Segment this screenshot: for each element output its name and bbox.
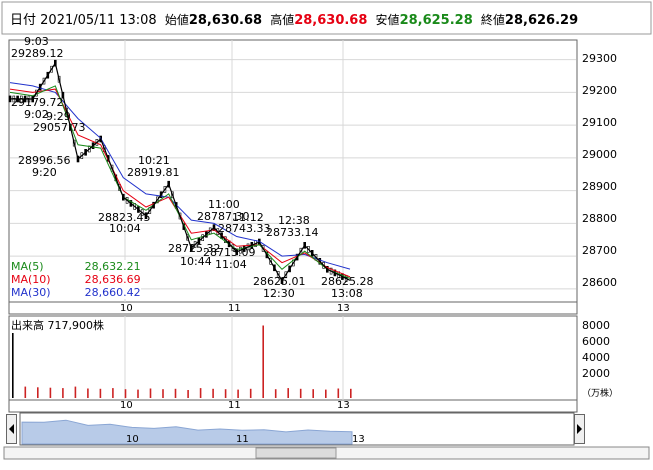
price-tick: 28900 — [582, 180, 617, 193]
volume-bar — [99, 388, 102, 398]
scroll-right-button[interactable] — [574, 414, 585, 444]
high-value: 28,630.68 — [294, 13, 368, 28]
volume-label: 出来高 — [11, 319, 44, 332]
close-value: 28,626.29 — [504, 13, 579, 28]
volume-bar — [312, 389, 314, 398]
triangle-right-icon — [577, 424, 582, 434]
volume-bar — [249, 388, 252, 398]
legend-ma5-value: 28,632.21 — [84, 260, 141, 273]
volume-bar — [350, 388, 352, 398]
volume-header: 出来高 717,900株 — [11, 317, 104, 333]
x-tick: 10 — [120, 400, 133, 411]
legend-ma10-value: 28,636.69 — [84, 273, 141, 286]
open-value: 28,630.68 — [188, 13, 263, 28]
x-tick: 10 — [120, 303, 133, 314]
x-tick: 13 — [337, 400, 350, 411]
stock-chart-window: 日付 2021/05/11 13:08 始値28,630.68 高値28,630… — [0, 0, 653, 470]
volume-bar — [174, 388, 177, 398]
volume-bar — [74, 386, 77, 398]
price-tick: 29000 — [582, 148, 617, 161]
price-tick: 29100 — [582, 116, 617, 129]
volume-bar — [287, 388, 289, 398]
x-tick: 11 — [228, 303, 241, 314]
volume-tick: 2000 — [582, 367, 610, 380]
legend-ma30: MA(30) 28,660.42 — [11, 286, 141, 299]
annotation: 29289.12 — [11, 47, 64, 60]
close-label: 終値 — [480, 13, 505, 27]
scroll-left-button[interactable] — [6, 414, 17, 444]
annotation: 29057.73 — [33, 121, 86, 134]
volume-bar — [274, 389, 277, 398]
triangle-left-icon — [9, 424, 14, 434]
price-tick: 29300 — [582, 52, 617, 65]
chart-canvas — [1, 1, 652, 460]
volume-bar — [325, 389, 327, 398]
datetime-value: 2021/05/11 13:08 — [40, 13, 157, 28]
annotation: 10:04 — [109, 222, 141, 235]
annotation: 13:08 — [331, 287, 363, 300]
legend-ma30-label: MA(30) — [11, 286, 51, 299]
volume-bar — [149, 388, 152, 398]
annotation: 28733.14 — [266, 226, 319, 239]
low-label: 安値 — [375, 13, 400, 27]
volume-bar — [337, 388, 340, 398]
legend-ma30-value: 28,660.42 — [84, 286, 141, 299]
volume-bar — [237, 389, 239, 398]
volume-bar — [62, 388, 64, 398]
volume-bar — [199, 388, 202, 398]
volume-bar — [112, 388, 114, 398]
annotation: 9:02 — [24, 108, 49, 121]
price-tick: 29200 — [582, 84, 617, 97]
volume-bar — [299, 388, 302, 398]
price-tick: 28600 — [582, 276, 617, 289]
price-tick: 28800 — [582, 212, 617, 225]
ohlc-header: 日付 2021/05/11 13:08 始値28,630.68 高値28,630… — [10, 9, 578, 28]
volume-bar — [12, 328, 14, 398]
volume-tick: 6000 — [582, 335, 610, 348]
annotation: 28919.81 — [127, 166, 180, 179]
open-label: 始値 — [164, 13, 189, 27]
price-tick: 28700 — [582, 244, 617, 257]
x-tick: 11 — [228, 400, 241, 411]
scroll-thumb[interactable] — [255, 447, 337, 459]
volume-bar — [162, 389, 164, 398]
volume-value: 717,900株 — [47, 319, 105, 332]
legend-ma10-label: MA(10) — [11, 273, 51, 286]
volume-unit: （万株） — [582, 389, 619, 399]
volume-bar — [212, 388, 214, 398]
legend-ma5: MA(5) 28,632.21 — [11, 260, 141, 273]
legend-ma10: MA(10) 28,636.69 — [11, 273, 141, 286]
volume-tick: 4000 — [582, 351, 610, 364]
annotation: 12:30 — [263, 287, 295, 300]
volume-bar — [49, 387, 52, 398]
volume-tick: 8000 — [582, 319, 610, 332]
annotation: 28743.33 — [218, 222, 271, 235]
high-label: 高値 — [270, 13, 295, 27]
x-tick: 13 — [337, 303, 350, 314]
overview-tick: 13 — [352, 434, 365, 445]
volume-bar — [224, 389, 227, 398]
volume-bar — [137, 389, 139, 398]
overview-tick: 11 — [236, 434, 249, 445]
low-value: 28,625.28 — [399, 13, 473, 28]
annotation: 9:20 — [32, 166, 57, 179]
volume-bar — [124, 389, 127, 398]
date-label: 日付 — [10, 13, 37, 28]
volume-bar — [262, 325, 264, 398]
volume-bar — [37, 387, 39, 398]
volume-bar — [187, 390, 189, 398]
volume-bar — [24, 386, 27, 398]
legend-ma5-label: MA(5) — [11, 260, 44, 273]
overview-tick: 10 — [126, 434, 139, 445]
volume-bar — [87, 388, 89, 398]
annotation: 11:04 — [215, 258, 247, 271]
